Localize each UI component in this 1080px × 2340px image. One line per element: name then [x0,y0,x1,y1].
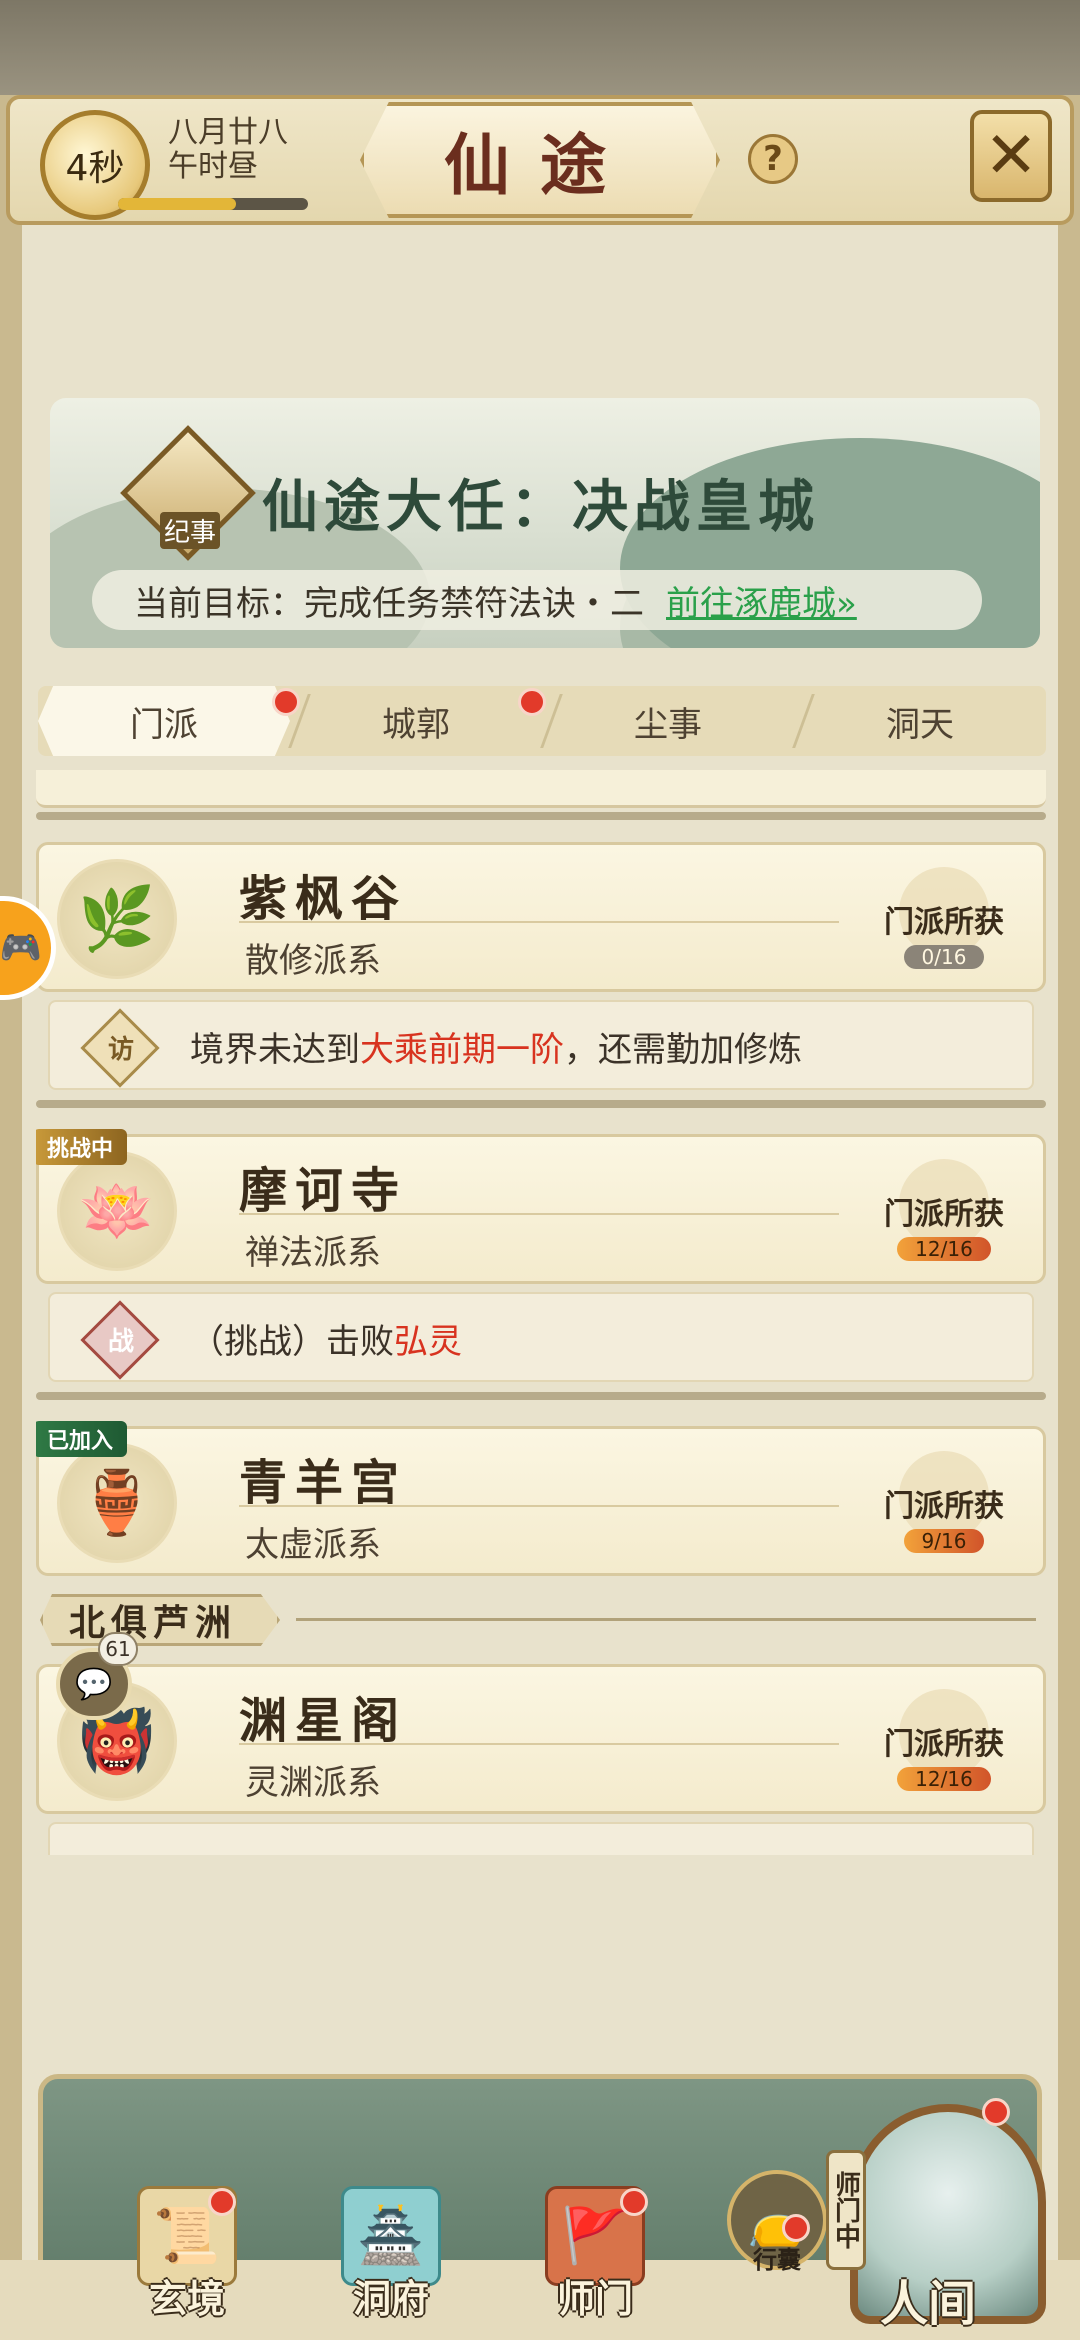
sect-reward[interactable]: 门派所获 12/16 [869,1689,1019,1799]
battle-icon-label: 战 [107,1326,134,1357]
tab-city[interactable]: 城郭 [290,686,542,756]
nav-label: 师门 [556,2276,633,2321]
status-area [0,0,1080,95]
region-header: 北俱芦洲 [36,1594,1046,1646]
tab-label: 尘事 [634,704,702,745]
tab-label: 城郭 [382,704,450,745]
tab-mundane[interactable]: 尘事 [542,686,794,756]
reward-label: 门派所获 [884,905,1004,940]
visit-icon-label: 访 [107,1034,134,1065]
reward-count: 12/16 [897,1767,991,1791]
leaf-fan-icon: 🌿 [57,859,177,979]
task-text: （挑战）击败弘灵 [190,1322,462,1362]
tab-label: 门派 [130,704,198,745]
chat-unread-count: 61 [98,1632,138,1666]
reward-label: 门派所获 [884,1489,1004,1524]
status-badge: 挑战中 [36,1129,128,1165]
reward-count: 9/16 [903,1529,985,1553]
reward-count: 0/16 [903,945,985,969]
divider [36,1392,1046,1400]
tab-grotto[interactable]: 洞天 [794,686,1046,756]
sect-school: 散修派系 [245,941,381,981]
tab-label: 洞天 [886,704,954,745]
date-line1: 八月廿八 [168,115,288,150]
current-goal: 当前目标：完成任务禁符法诀・二 前往涿鹿城» [92,570,982,630]
nav-label: 玄境 [148,2276,225,2321]
tab-sect[interactable]: 门派 [38,686,290,756]
notification-dot [982,2098,1010,2126]
reward-label: 门派所获 [884,1727,1004,1762]
notification-dot [782,2214,810,2242]
nav-label: 行囊 [753,2245,801,2274]
nav-label: 人间 [880,2276,977,2332]
sect-school: 太虚派系 [245,1525,381,1565]
goto-link[interactable]: 前往涿鹿城» [666,576,857,625]
divider [36,1100,1046,1108]
reward-count: 12/16 [897,1237,991,1261]
nav-shimen[interactable]: 🚩 师门 [520,2186,670,2326]
sect-name: 青羊宫 [239,1455,408,1511]
region-name: 北俱芦洲 [40,1594,281,1646]
sect-name: 摩诃寺 [239,1163,408,1219]
lotus-icon: 🪷 [57,1151,177,1271]
page-title: 仙途 [360,102,720,218]
game-date: 八月廿八 午时昼 [168,116,288,184]
close-icon: ✕ [984,119,1038,193]
sect-reward[interactable]: 门派所获 0/16 [869,867,1019,977]
divider [239,1213,839,1215]
reward-label: 门派所获 [884,1197,1004,1232]
sect-requirement: 访 境界未达到大乘前期一阶，还需勤加修炼 [48,1000,1034,1090]
close-button[interactable]: ✕ [970,110,1052,202]
sect-school: 灵渊派系 [245,1763,381,1803]
sect-card-zifenggu[interactable]: 🌿 紫枫谷 散修派系 门派所获 0/16 [36,842,1046,992]
sect-requirement [48,1822,1034,1855]
cauldron-icon: 🏺 [57,1443,177,1563]
notification-dot [620,2188,648,2216]
help-button[interactable]: ? [748,134,798,184]
chevron-right-icon: » [836,583,857,624]
quest-icon-label: 纪事 [160,512,220,549]
sect-card-mohesi[interactable]: 🪷 挑战中 摩诃寺 禅法派系 门派所获 12/16 [36,1129,1046,1284]
quest-title: 仙途大任：决战皇城 [262,474,820,540]
sect-school: 禅法派系 [245,1233,381,1273]
divider [239,921,839,923]
requirement-text: 境界未达到大乘前期一阶，还需勤加修炼 [190,1030,802,1070]
divider [239,1743,839,1745]
notification-dot [272,688,300,716]
list-item [36,770,1046,808]
nav-xuanjing[interactable]: 📜 玄境 [112,2186,262,2326]
date-line2: 午时昼 [168,149,258,184]
divider [36,812,1046,820]
sect-list[interactable]: 🌿 紫枫谷 散修派系 门派所获 0/16 访 境界未达到大乘前期一阶，还需勤加修… [36,770,1046,1855]
sect-card-qingyanggong[interactable]: 🏺 已加入 青羊宫 太虚派系 门派所获 9/16 [36,1421,1046,1576]
gamepad-icon: 🎮 [0,928,43,968]
nav-bag[interactable]: 👝 行囊 [722,2170,832,2310]
notification-dot [208,2188,236,2216]
goal-text: 当前目标：完成任务禁符法诀・二 [134,583,644,624]
day-progress-bar [118,198,308,210]
notification-dot [518,688,546,716]
sect-task: 战 （挑战）击败弘灵 [48,1292,1034,1382]
status-badge: 已加入 [36,1421,128,1457]
sect-name: 紫枫谷 [239,871,408,927]
sect-name: 渊星阁 [239,1693,408,1749]
sect-reward[interactable]: 门派所获 9/16 [869,1451,1019,1561]
sect-card-yuanxingge[interactable]: 👹 渊星阁 灵渊派系 门派所获 12/16 [36,1664,1046,1814]
divider [296,1618,1036,1621]
nav-label: 洞府 [352,2276,429,2321]
day-progress-fill [118,198,236,210]
goto-link-label: 前往涿鹿城 [666,583,836,624]
master-status-tag: 师门中 [826,2150,866,2270]
chat-icon: 💬 [75,1666,113,1702]
sect-reward[interactable]: 门派所获 12/16 [869,1159,1019,1269]
nav-dongfu[interactable]: 🏯 洞府 [316,2186,466,2326]
divider [239,1505,839,1507]
